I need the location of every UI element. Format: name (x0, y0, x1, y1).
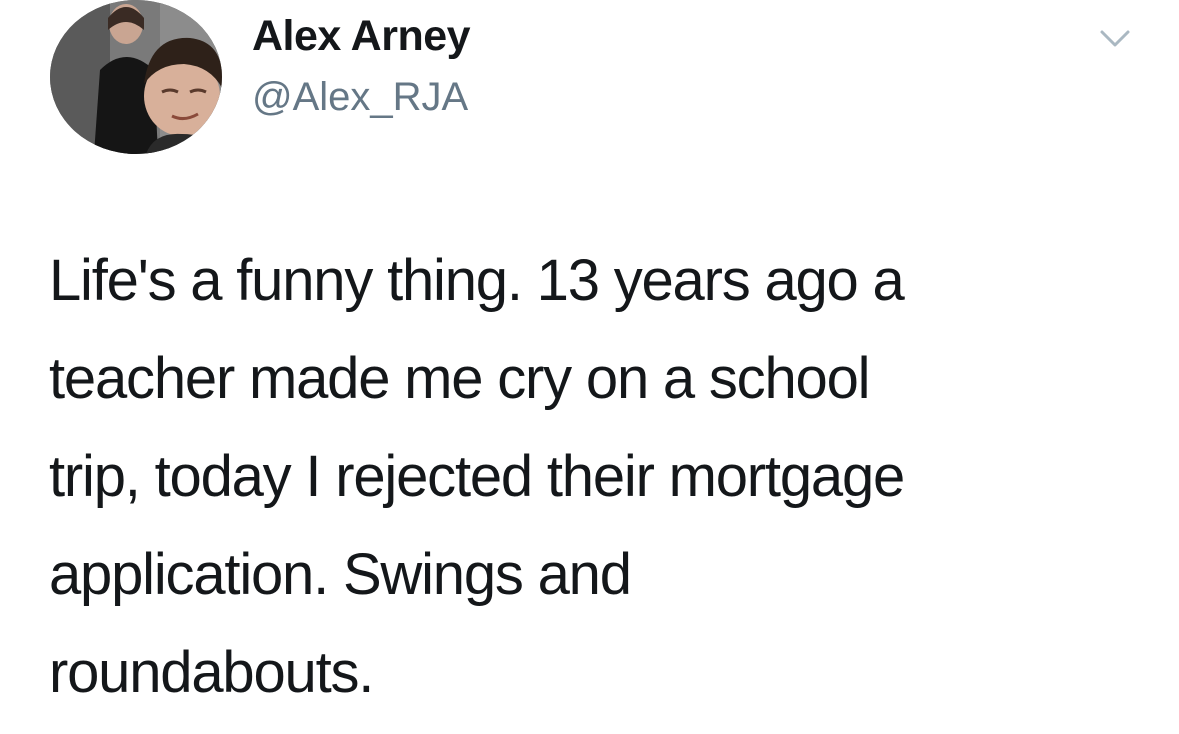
tweet-card: Alex Arney @Alex_RJA Life's a funny thin… (0, 0, 1179, 734)
chevron-down-icon[interactable] (1090, 18, 1140, 58)
profile-photo (50, 0, 222, 154)
user-handle[interactable]: @Alex_RJA (252, 75, 468, 120)
avatar[interactable] (50, 0, 222, 154)
display-name[interactable]: Alex Arney (252, 12, 471, 61)
tweet-text: Life's a funny thing. 13 years ago a tea… (49, 248, 905, 705)
